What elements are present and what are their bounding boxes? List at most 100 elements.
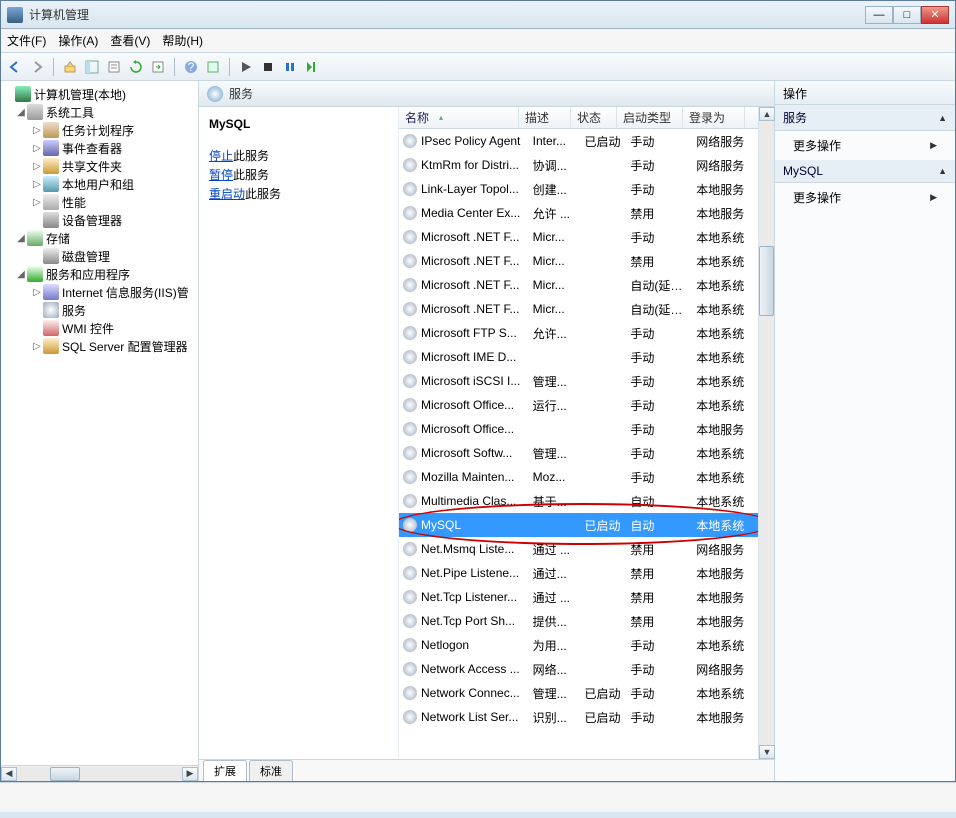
show-hide-tree-button[interactable]: [82, 57, 102, 77]
back-button[interactable]: [5, 57, 25, 77]
service-logon-as: 本地系统: [696, 685, 758, 702]
service-row[interactable]: Network Connec...管理...已启动手动本地系统: [399, 681, 758, 705]
scroll-right-button[interactable]: ▶: [182, 767, 198, 781]
tree-services[interactable]: 服务: [1, 301, 198, 319]
tree-shared-folders[interactable]: ▷共享文件夹: [1, 157, 198, 175]
close-button[interactable]: ✕: [921, 6, 949, 24]
service-logon-as: 本地系统: [696, 397, 758, 414]
column-header-status[interactable]: 状态: [571, 107, 617, 128]
tab-extended[interactable]: 扩展: [203, 760, 247, 781]
tree-iis[interactable]: ▷Internet 信息服务(IIS)管: [1, 283, 198, 301]
maximize-button[interactable]: □: [893, 6, 921, 24]
scroll-thumb[interactable]: [50, 767, 80, 781]
service-row[interactable]: IPsec Policy AgentInter...已启动手动网络服务: [399, 129, 758, 153]
service-row[interactable]: Microsoft .NET F...Micr...禁用本地系统: [399, 249, 758, 273]
vscroll-thumb[interactable]: [759, 246, 774, 316]
column-header-name[interactable]: 名称▴: [399, 107, 519, 128]
tree-performance[interactable]: ▷性能: [1, 193, 198, 211]
scroll-up-button[interactable]: ▲: [759, 107, 775, 121]
service-row[interactable]: Microsoft .NET F...Micr...自动(延迟...本地系统: [399, 297, 758, 321]
scroll-down-button[interactable]: ▼: [759, 745, 775, 759]
forward-button[interactable]: [27, 57, 47, 77]
help-button[interactable]: ?: [181, 57, 201, 77]
service-row[interactable]: Microsoft .NET F...Micr...手动本地系统: [399, 225, 758, 249]
service-row[interactable]: Net.Tcp Listener...通过 ...禁用本地服务: [399, 585, 758, 609]
titlebar[interactable]: 计算机管理 — □ ✕: [1, 1, 955, 29]
actions-more-mysql[interactable]: 更多操作▶: [775, 183, 955, 212]
menu-file[interactable]: 文件(F): [7, 32, 46, 49]
service-desc: 创建...: [533, 181, 585, 198]
service-row[interactable]: Net.Tcp Port Sh...提供...禁用本地服务: [399, 609, 758, 633]
service-status: 已启动: [585, 133, 631, 150]
column-header-logon[interactable]: 登录为: [683, 107, 745, 128]
clock-icon: [43, 122, 59, 138]
service-row[interactable]: Media Center Ex...允许 ...禁用本地服务: [399, 201, 758, 225]
tree-system-tools[interactable]: ◢系统工具: [1, 103, 198, 121]
service-row[interactable]: Network List Ser...识别...已启动手动本地服务: [399, 705, 758, 729]
service-row[interactable]: Net.Msmq Liste...通过 ...禁用网络服务: [399, 537, 758, 561]
menu-view[interactable]: 查看(V): [110, 32, 150, 49]
service-desc: Micr...: [533, 278, 585, 292]
actions-group-mysql[interactable]: MySQL▲: [775, 160, 955, 183]
service-row[interactable]: Microsoft Office...手动本地服务: [399, 417, 758, 441]
column-header-start[interactable]: 启动类型: [617, 107, 683, 128]
menu-action[interactable]: 操作(A): [58, 32, 98, 49]
export-button[interactable]: [148, 57, 168, 77]
tree-local-users[interactable]: ▷本地用户和组: [1, 175, 198, 193]
service-row[interactable]: Multimedia Clas...基于...自动本地系统: [399, 489, 758, 513]
services-vertical-scrollbar[interactable]: ▲ ▼: [758, 107, 774, 759]
scroll-left-button[interactable]: ◀: [1, 767, 17, 781]
service-desc: 为用...: [533, 637, 585, 654]
tree-task-scheduler[interactable]: ▷任务计划程序: [1, 121, 198, 139]
service-start-type: 手动: [630, 325, 696, 342]
restart-service-link[interactable]: 重启动: [209, 187, 245, 201]
stop-service-button[interactable]: [258, 57, 278, 77]
service-row[interactable]: Link-Layer Topol...创建...手动本地服务: [399, 177, 758, 201]
start-service-button[interactable]: [236, 57, 256, 77]
pause-service-button[interactable]: [280, 57, 300, 77]
refresh-button[interactable]: [126, 57, 146, 77]
tree-horizontal-scrollbar[interactable]: ◀ ▶: [1, 765, 198, 781]
up-button[interactable]: [60, 57, 80, 77]
service-start-type: 手动: [630, 373, 696, 390]
service-row[interactable]: KtmRm for Distri...协调...手动网络服务: [399, 153, 758, 177]
toolbar-btn-extra[interactable]: [203, 57, 223, 77]
tree-wmi[interactable]: WMI 控件: [1, 319, 198, 337]
tree-root[interactable]: 计算机管理(本地): [1, 85, 198, 103]
service-row[interactable]: Microsoft .NET F...Micr...自动(延迟...本地系统: [399, 273, 758, 297]
tree-services-apps[interactable]: ◢服务和应用程序: [1, 265, 198, 283]
service-gear-icon: [403, 254, 417, 268]
service-row[interactable]: Microsoft FTP S...允许...手动本地系统: [399, 321, 758, 345]
service-row[interactable]: Microsoft Office...运行...手动本地系统: [399, 393, 758, 417]
navigation-tree[interactable]: 计算机管理(本地) ◢系统工具 ▷任务计划程序 ▷事件查看器 ▷共享文件夹 ▷本…: [1, 81, 198, 765]
tree-storage[interactable]: ◢存储: [1, 229, 198, 247]
tab-standard[interactable]: 标准: [249, 760, 293, 781]
service-name: Link-Layer Topol...: [421, 182, 533, 196]
service-row[interactable]: MySQL已启动自动本地系统: [399, 513, 758, 537]
tree-sql-config[interactable]: ▷SQL Server 配置管理器: [1, 337, 198, 355]
tree-event-viewer[interactable]: ▷事件查看器: [1, 139, 198, 157]
tree-device-manager[interactable]: 设备管理器: [1, 211, 198, 229]
service-name: Network Access ...: [421, 662, 533, 676]
service-row[interactable]: Network Access ...网络...手动网络服务: [399, 657, 758, 681]
service-row[interactable]: Netlogon为用...手动本地系统: [399, 633, 758, 657]
restart-service-button[interactable]: [302, 57, 322, 77]
menu-help[interactable]: 帮助(H): [162, 32, 203, 49]
service-start-type: 手动: [630, 709, 696, 726]
service-row[interactable]: Microsoft Softw...管理...手动本地系统: [399, 441, 758, 465]
pause-service-link[interactable]: 暂停: [209, 168, 233, 182]
minimize-button[interactable]: —: [865, 6, 893, 24]
service-row[interactable]: Microsoft IME D...手动本地系统: [399, 345, 758, 369]
service-gear-icon: [403, 158, 417, 172]
properties-button[interactable]: [104, 57, 124, 77]
service-row[interactable]: Mozilla Mainten...Moz...手动本地系统: [399, 465, 758, 489]
actions-more-services[interactable]: 更多操作▶: [775, 131, 955, 160]
actions-group-services[interactable]: 服务▲: [775, 105, 955, 131]
column-header-desc[interactable]: 描述: [519, 107, 571, 128]
service-logon-as: 网络服务: [696, 157, 758, 174]
service-logon-as: 本地服务: [696, 205, 758, 222]
service-row[interactable]: Net.Pipe Listene...通过...禁用本地服务: [399, 561, 758, 585]
stop-service-link[interactable]: 停止: [209, 149, 233, 163]
service-row[interactable]: Microsoft iSCSI I...管理...手动本地系统: [399, 369, 758, 393]
tree-disk-management[interactable]: 磁盘管理: [1, 247, 198, 265]
